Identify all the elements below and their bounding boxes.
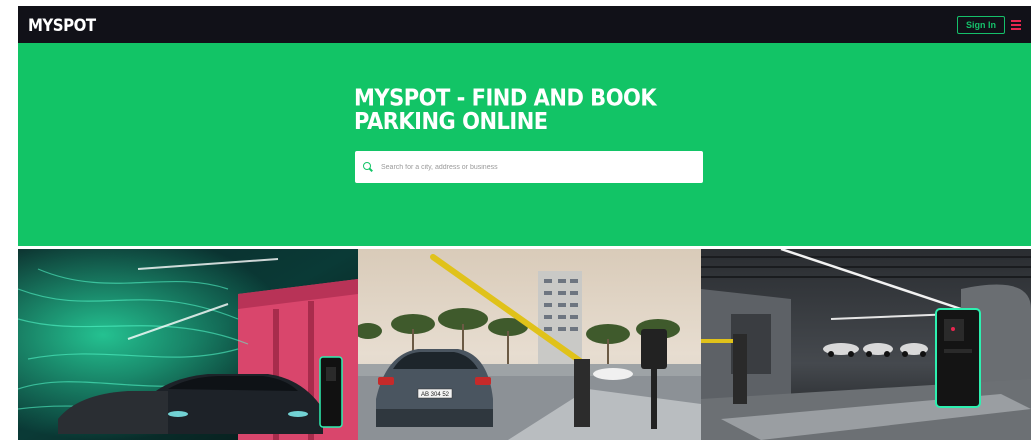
license-plate: AB 304 52 [421,392,450,398]
sign-in-button[interactable]: Sign In [957,15,1005,34]
page: MYSPOT Sign In MYSPOT - FIND AND BOOK PA… [0,0,1031,440]
hamburger-menu-icon[interactable] [1011,19,1021,31]
underground-parking-terminal-image [701,249,1031,440]
header-actions: Sign In [957,15,1021,34]
parking-barrier-car-image: AB 304 52 [358,249,701,440]
ev-charging-garage-image [18,249,358,440]
image-strip: AB 304 52 [18,249,1031,440]
hero-section: MYSPOT - FIND AND BOOK PARKING ONLINE [18,43,1031,246]
hero-title: MYSPOT - FIND AND BOOK PARKING ONLINE [354,84,657,135]
search-bar[interactable] [355,151,703,183]
logo[interactable]: MYSPOT [28,14,96,35]
top-navbar: MYSPOT Sign In [18,6,1031,43]
search-input[interactable] [381,163,703,171]
search-icon [363,162,373,172]
